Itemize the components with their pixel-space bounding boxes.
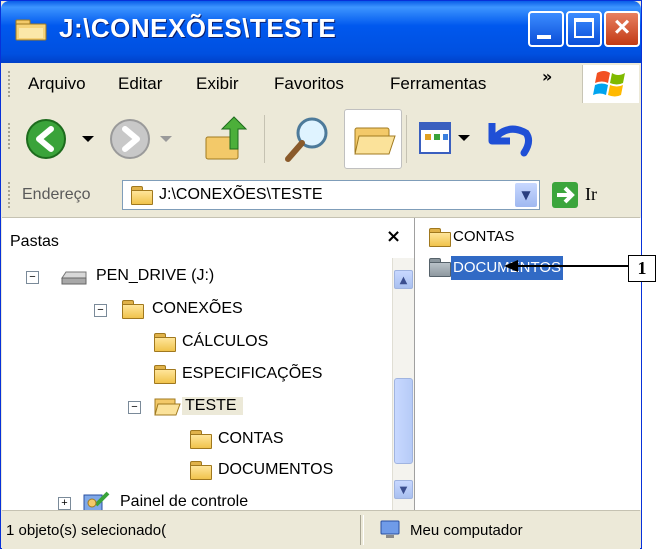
menu-overflow-chevron[interactable]: »	[542, 67, 552, 86]
scroll-thumb[interactable]	[394, 378, 413, 464]
tree-item-label: CONTAS	[218, 430, 284, 447]
address-input[interactable]: J:\CONEXÕES\TESTE ▼	[122, 180, 540, 210]
address-dropdown-button[interactable]: ▼	[515, 183, 537, 207]
folder-icon	[429, 228, 451, 247]
folders-pane: Pastas × − PEN_DRIVE (J:) − CONEXÕES CÁL…	[2, 218, 415, 512]
menu-bar: Arquivo Editar Exibir Favoritos Ferramen…	[2, 63, 640, 106]
status-location-text: Meu computador	[410, 522, 523, 539]
status-selection-text: 1 objeto(s) selecionado(	[6, 522, 167, 539]
address-value: J:\CONEXÕES\TESTE	[159, 186, 323, 203]
collapse-icon[interactable]: −	[94, 304, 107, 317]
menu-editar[interactable]: Editar	[118, 74, 162, 94]
expand-icon[interactable]: +	[58, 497, 71, 510]
status-divider	[360, 515, 364, 545]
address-bar: Endereço J:\CONEXÕES\TESTE ▼ Ir	[2, 173, 640, 218]
grip-handle[interactable]	[8, 71, 13, 97]
folder-icon	[154, 333, 176, 352]
go-button[interactable]	[552, 182, 578, 208]
tree-item-pen-drive[interactable]: − PEN_DRIVE (J:)	[2, 265, 392, 293]
forward-button[interactable]	[108, 117, 182, 161]
menu-ferramentas[interactable]: Ferramentas	[390, 74, 486, 94]
menu-exibir[interactable]: Exibir	[196, 74, 239, 94]
callout-label: 1	[628, 255, 656, 282]
tree-item-contas[interactable]: CONTAS	[2, 428, 392, 456]
folders-pane-title: Pastas	[10, 233, 59, 250]
tree-item-label: Painel de controle	[120, 493, 249, 510]
arrow-right-icon	[557, 186, 575, 204]
go-label[interactable]: Ir	[585, 184, 597, 205]
address-label: Endereço	[22, 186, 91, 203]
windows-logo	[582, 65, 639, 103]
status-bar: 1 objeto(s) selecionado( Meu computador	[2, 510, 640, 549]
folder-icon	[15, 19, 47, 41]
close-icon: ×	[613, 11, 631, 42]
tree-item-label: DOCUMENTOS	[218, 461, 334, 478]
folder-open-icon	[354, 127, 396, 155]
folder-icon	[190, 461, 212, 480]
collapse-icon[interactable]: −	[128, 401, 141, 414]
computer-icon	[380, 520, 400, 538]
tree-item-conexoes[interactable]: − CONEXÕES	[2, 298, 392, 326]
tree-item-label: CONEXÕES	[152, 300, 243, 317]
tree-item-label: CÁLCULOS	[182, 333, 269, 350]
undo-button[interactable]	[486, 115, 534, 163]
tree-item-calculos[interactable]: CÁLCULOS	[2, 331, 392, 359]
menu-arquivo[interactable]: Arquivo	[28, 74, 86, 94]
chevron-down-icon	[82, 136, 94, 142]
standard-toolbar	[2, 105, 640, 174]
collapse-icon[interactable]: −	[26, 271, 39, 284]
minimize-button[interactable]	[528, 11, 564, 47]
chevron-down-icon: ▼	[521, 188, 531, 202]
grip-handle[interactable]	[8, 182, 13, 208]
folders-button[interactable]	[344, 109, 402, 169]
folders-pane-header: Pastas ×	[2, 218, 414, 258]
scroll-down-button[interactable]: ▼	[394, 480, 413, 499]
tree-item-teste[interactable]: − TESTE	[2, 395, 392, 423]
folder-icon	[154, 365, 176, 384]
scroll-up-button[interactable]: ▲	[394, 270, 413, 289]
folders-scrollbar[interactable]: ▲ ▼	[392, 258, 414, 510]
drive-icon	[61, 271, 87, 285]
chevron-down-icon	[458, 135, 470, 141]
close-icon[interactable]: ×	[386, 226, 401, 247]
window-title: J:\CONEXÕES\TESTE	[59, 13, 337, 43]
minimize-icon	[537, 35, 551, 39]
tree-item-especificacoes[interactable]: ESPECIFICAÇÕES	[2, 363, 392, 391]
tree-item-documentos[interactable]: DOCUMENTOS	[2, 459, 392, 487]
folder-icon	[131, 186, 153, 205]
folder-icon	[190, 430, 212, 449]
folder-open-icon	[154, 398, 181, 416]
folder-icon	[429, 258, 451, 277]
callout-arrow	[504, 260, 628, 272]
folder-icon	[122, 300, 144, 319]
views-button[interactable]	[418, 119, 476, 159]
search-button[interactable]	[282, 113, 334, 165]
tree-item-label: PEN_DRIVE (J:)	[96, 267, 215, 284]
close-button[interactable]: ×	[604, 11, 640, 47]
tree-item-label: ESPECIFICAÇÕES	[182, 365, 323, 382]
title-bar[interactable]: J:\CONEXÕES\TESTE ×	[1, 1, 641, 63]
grip-handle[interactable]	[8, 123, 13, 149]
up-folder-button[interactable]	[202, 115, 250, 163]
menu-favoritos[interactable]: Favoritos	[274, 74, 344, 94]
back-button[interactable]	[24, 117, 98, 161]
toolbar-separator	[264, 115, 265, 163]
toolbar-separator	[406, 115, 407, 163]
file-item-label: CONTAS	[453, 228, 515, 245]
explorer-window: J:\CONEXÕES\TESTE × Arquivo Editar Exibi…	[0, 0, 642, 549]
maximize-button[interactable]	[566, 11, 602, 47]
maximize-icon	[574, 18, 594, 38]
tree-item-label: TESTE	[182, 397, 243, 415]
